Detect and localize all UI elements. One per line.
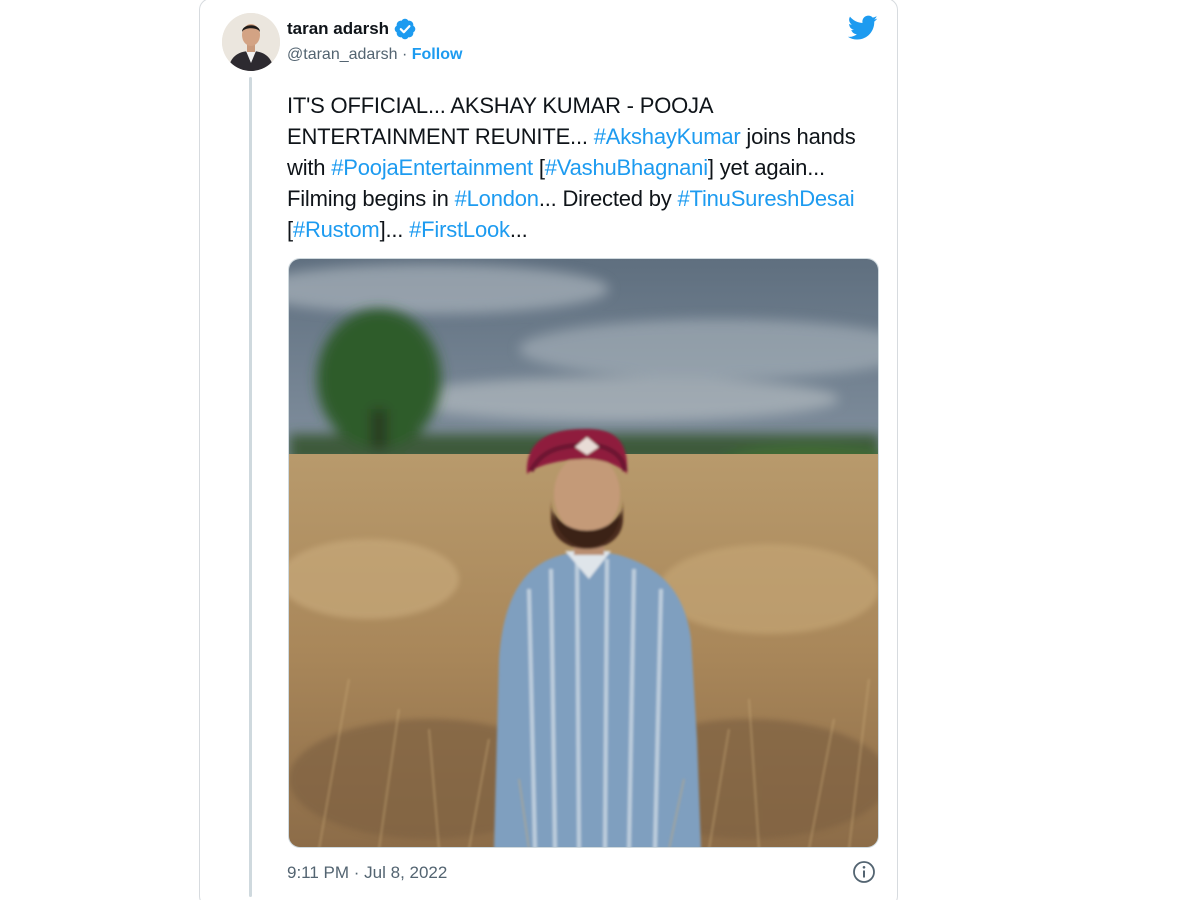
tweet-media[interactable] <box>288 258 879 848</box>
author-handle[interactable]: @taran_adarsh <box>287 46 398 63</box>
follow-button[interactable]: Follow <box>412 46 463 63</box>
tweet-text-segment: ... <box>509 217 528 242</box>
hashtag-link[interactable]: #AkshayKumar <box>594 124 741 149</box>
author-display-name[interactable]: taran adarsh <box>287 19 389 39</box>
hashtag-link[interactable]: #London <box>455 186 539 211</box>
verified-badge-icon <box>394 18 416 40</box>
page: taran adarsh @taran_adarsh · Follow IT'S… <box>0 0 1200 900</box>
handle-separator: · <box>397 46 412 63</box>
tweet-card: taran adarsh @taran_adarsh · Follow IT'S… <box>199 0 898 900</box>
avatar[interactable] <box>222 13 280 71</box>
tweet-timestamp[interactable]: 9:11 PM · Jul 8, 2022 <box>287 863 447 883</box>
hashtag-link[interactable]: #PoojaEntertainment <box>331 155 533 180</box>
hashtag-link[interactable]: #TinuSureshDesai <box>677 186 854 211</box>
tweet-text-segment: ... Directed by <box>538 186 678 211</box>
info-icon[interactable] <box>852 860 876 884</box>
profile-photo <box>222 13 280 71</box>
thread-line <box>249 77 252 897</box>
tweet-text-segment: [ <box>532 155 545 180</box>
tweet-text: IT'S OFFICIAL... AKSHAY KUMAR - POOJA EN… <box>287 90 887 245</box>
tweet-photo <box>289 259 878 847</box>
hashtag-link[interactable]: #VashuBhagnani <box>545 155 708 180</box>
author-name-row[interactable]: taran adarsh <box>287 18 416 40</box>
tweet-text-segment: ]... <box>379 217 410 242</box>
twitter-bird-icon[interactable] <box>848 15 878 41</box>
author-handle-row: @taran_adarsh · Follow <box>287 46 462 64</box>
hashtag-link[interactable]: #Rustom <box>293 217 380 242</box>
hashtag-link[interactable]: #FirstLook <box>409 217 510 242</box>
